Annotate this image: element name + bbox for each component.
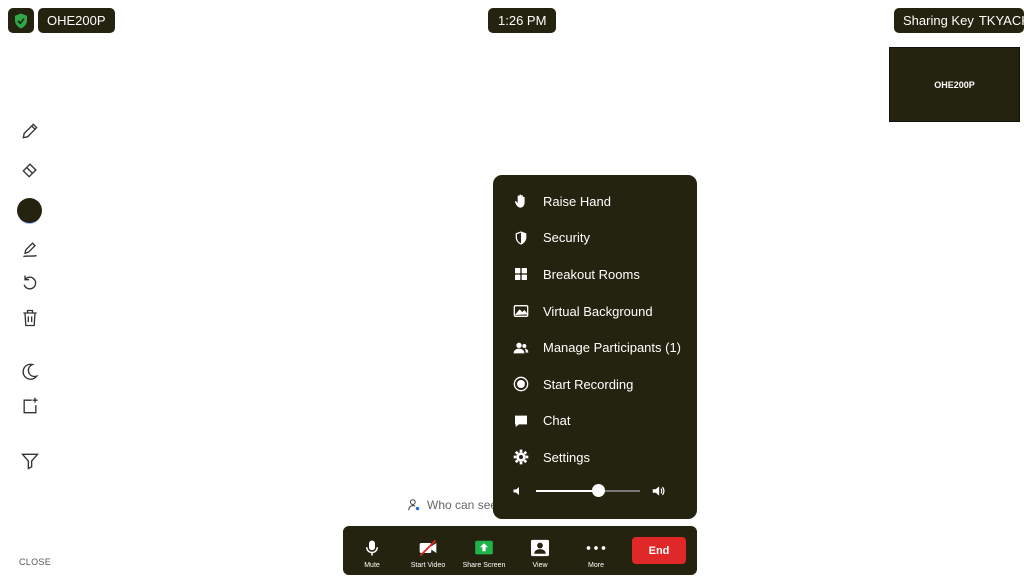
add-page-icon: [23, 397, 38, 414]
volume-high-icon: [652, 486, 665, 496]
pencil-icon: [22, 123, 38, 139]
more-button[interactable]: More: [568, 526, 624, 575]
eraser-icon: [22, 163, 37, 178]
meeting-id-badge[interactable]: OHE200P: [38, 8, 115, 33]
moon-icon: [22, 363, 39, 380]
menu-item-label: Settings: [543, 449, 590, 465]
menu-item-security[interactable]: Security: [493, 220, 697, 257]
grid-icon: [514, 268, 527, 281]
share-screen-button[interactable]: Share Screen: [456, 526, 512, 575]
clear-tool[interactable]: [19, 307, 41, 329]
meeting-toolbar: Mute Start Video Share Screen View More …: [343, 526, 697, 575]
more-label: More: [588, 562, 604, 569]
volume-slider-handle[interactable]: [592, 484, 606, 497]
color-picker-swatch[interactable]: [17, 198, 42, 223]
menu-item-label: Chat: [543, 413, 571, 429]
dark-mode-tool[interactable]: [19, 361, 41, 383]
record-icon: [513, 376, 528, 392]
undo-tool[interactable]: [19, 272, 41, 294]
filter-icon: [21, 453, 39, 470]
self-view-name: OHE200P: [934, 79, 975, 90]
add-page-tool[interactable]: [19, 395, 41, 417]
menu-item-manage-participants[interactable]: Manage Participants (1): [493, 329, 697, 366]
meeting-id-text: OHE200P: [47, 13, 106, 28]
security-status-badge[interactable]: [8, 8, 34, 33]
shield-check-icon: [15, 13, 27, 28]
shield-icon: [515, 231, 526, 245]
more-dots-icon: [586, 546, 606, 550]
share-screen-label: Share Screen: [462, 562, 506, 569]
start-video-button[interactable]: Start Video: [400, 526, 456, 575]
highlighter-tool[interactable]: [19, 238, 41, 260]
mute-button[interactable]: Mute: [344, 526, 400, 575]
who-can-see-indicator[interactable]: Who can see: [407, 498, 497, 512]
who-can-see-text: Who can see: [427, 498, 498, 512]
share-screen-icon: [475, 540, 493, 555]
close-button[interactable]: CLOSE: [19, 557, 51, 567]
eraser-tool[interactable]: [19, 159, 41, 181]
image-icon: [513, 305, 528, 318]
undo-icon: [23, 275, 37, 290]
menu-item-label: Security: [543, 230, 590, 246]
menu-item-label: Manage Participants (1): [543, 340, 682, 356]
menu-item-settings[interactable]: Settings: [493, 439, 697, 476]
chat-icon: [514, 415, 527, 427]
menu-item-virtual-background[interactable]: Virtual Background: [493, 293, 697, 330]
volume-slider[interactable]: [536, 484, 640, 497]
view-icon: [531, 539, 549, 557]
menu-item-label: Raise Hand: [543, 193, 611, 209]
view-button[interactable]: View: [512, 526, 568, 575]
sharing-key-value: TKYACK: [978, 13, 1024, 28]
menu-item-chat[interactable]: Chat: [493, 403, 697, 440]
filter-tool[interactable]: [19, 450, 41, 472]
menu-item-raise-hand[interactable]: Raise Hand: [493, 183, 697, 220]
trash-icon: [23, 309, 37, 327]
mute-label: Mute: [364, 562, 380, 569]
hand-icon: [514, 194, 525, 208]
menu-item-label: Virtual Background: [543, 303, 653, 319]
volume-low-icon: [513, 487, 519, 495]
pencil-tool[interactable]: [19, 120, 41, 142]
menu-item-label: Breakout Rooms: [543, 266, 640, 282]
highlighter-icon: [23, 242, 37, 258]
self-video-thumbnail[interactable]: OHE200P: [889, 47, 1020, 122]
menu-item-label: Start Recording: [543, 376, 634, 392]
menu-item-breakout-rooms[interactable]: Breakout Rooms: [493, 256, 697, 293]
end-meeting-button[interactable]: End: [632, 537, 686, 564]
clock-text: 1:26 PM: [498, 13, 547, 28]
video-off-icon: [419, 539, 437, 557]
view-label: View: [532, 562, 548, 569]
volume-slider-fill: [536, 490, 599, 492]
sharing-key-badge: Sharing Key TKYACK: [894, 8, 1024, 33]
start-video-label: Start Video: [410, 562, 446, 569]
menu-item-start-recording[interactable]: Start Recording: [493, 366, 697, 403]
more-menu-popup: Raise Hand Security Breakout Rooms Virtu…: [493, 175, 697, 519]
microphone-icon: [366, 540, 378, 556]
sharing-key-label: Sharing Key: [903, 13, 974, 28]
clock-badge: 1:26 PM: [488, 8, 557, 33]
person-visibility-icon: [408, 499, 420, 511]
volume-control: [512, 484, 666, 498]
participants-icon: [513, 342, 528, 354]
gear-icon: [513, 450, 528, 465]
